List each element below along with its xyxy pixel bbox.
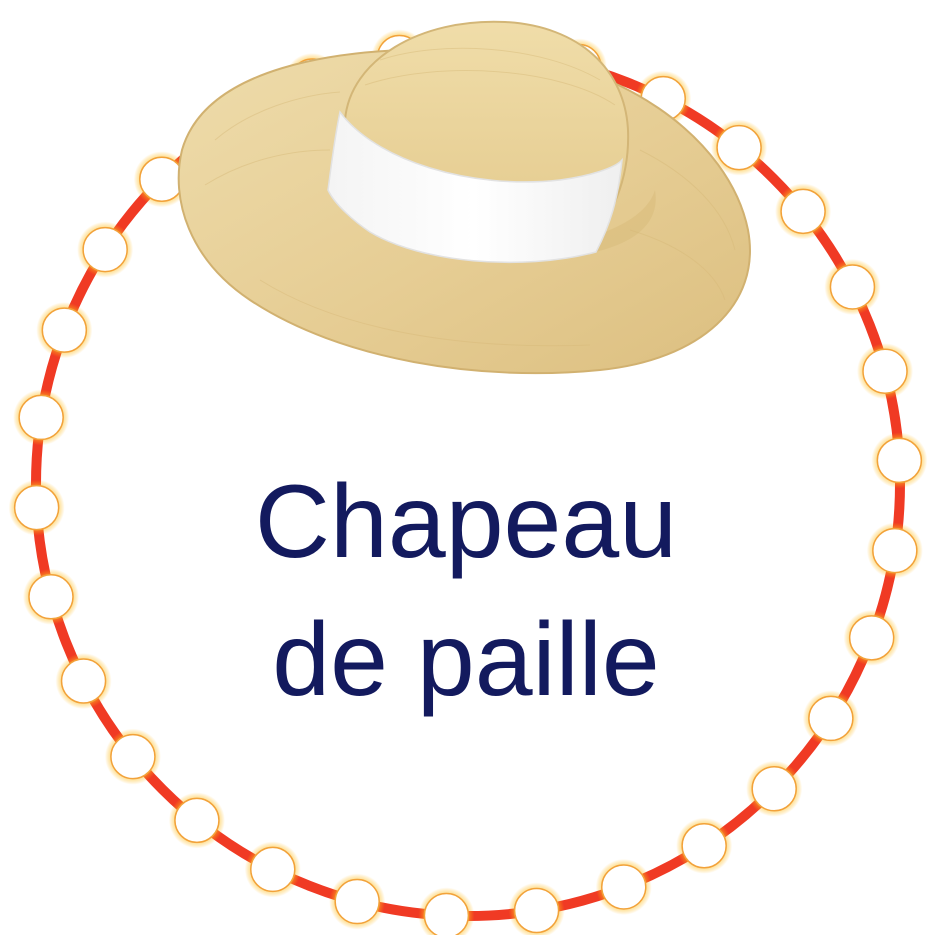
bead (18, 394, 64, 441)
bead (829, 264, 876, 310)
bead (334, 878, 380, 925)
bead (751, 765, 797, 812)
bead (601, 864, 647, 910)
bead (681, 822, 727, 869)
caption-line-1: Chapeau (254, 464, 678, 580)
word-card: Chapeau de paille (0, 0, 936, 940)
bead (82, 226, 128, 273)
bead (862, 348, 908, 394)
bead (780, 188, 826, 235)
bead (250, 846, 296, 893)
bead (423, 892, 470, 939)
bead (174, 797, 220, 844)
bead (513, 887, 560, 934)
bead (139, 156, 185, 203)
bead (716, 124, 762, 171)
caption-line-2: de paille (272, 602, 660, 718)
bead (110, 733, 156, 780)
bead (41, 307, 88, 353)
